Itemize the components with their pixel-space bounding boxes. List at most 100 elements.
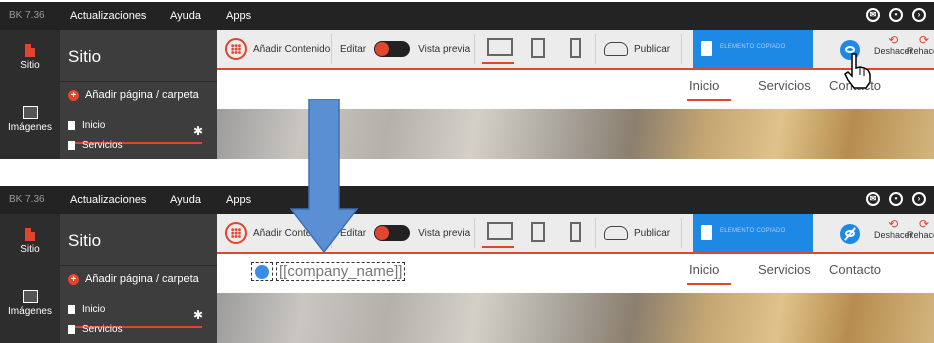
- add-page-label: Añadir página / carpeta: [85, 89, 199, 101]
- sidebar-item-inicio[interactable]: Inicio: [68, 304, 105, 315]
- company-name-text[interactable]: [[company_name]]: [276, 262, 406, 281]
- nav-active-underline: [687, 99, 731, 101]
- copied-label: ELEMENTO COPIADO: [720, 228, 786, 234]
- hero-image: [217, 293, 934, 343]
- add-page-label: Añadir página / carpeta: [85, 273, 199, 285]
- logout-icon[interactable]: ›: [912, 192, 926, 206]
- copied-element-box[interactable]: ELEMENTO COPIADO: [693, 214, 813, 252]
- rail-images-label: Imágenes: [8, 306, 52, 317]
- menu-help[interactable]: Ayuda: [170, 10, 201, 22]
- page-icon: [68, 305, 75, 314]
- copied-element-box[interactable]: ELEMENTO COPIADO: [693, 30, 813, 68]
- menu-updates[interactable]: Actualizaciones: [70, 194, 146, 206]
- edit-label: Editar: [340, 43, 367, 55]
- nav-link-servicios[interactable]: Servicios: [758, 78, 811, 93]
- eye-off-icon: [255, 265, 269, 280]
- version-label: BK 7.36: [9, 10, 45, 21]
- left-rail: Sitio Imágenes: [0, 214, 60, 343]
- divider: [681, 218, 682, 248]
- editor-screenshot-after: BK 7.36 Actualizaciones Ayuda Apps ✉ • ›…: [0, 186, 934, 343]
- nav-active-underline: [687, 283, 731, 285]
- divider: [595, 218, 596, 248]
- hidden-element-marker[interactable]: [251, 262, 273, 281]
- cloud-icon: [604, 226, 628, 240]
- plus-icon: +: [68, 89, 79, 101]
- nav-link-contacto[interactable]: Contacto: [829, 262, 881, 277]
- site-sidebar: Sitio + Añadir página / carpeta Inicio ✱…: [60, 30, 217, 159]
- divider: [60, 265, 217, 266]
- logout-icon[interactable]: ›: [912, 8, 926, 22]
- redo-button[interactable]: ⟳ Rehacer: [907, 218, 934, 240]
- nav-link-inicio[interactable]: Inicio: [689, 78, 719, 93]
- clipboard-icon: [701, 41, 712, 56]
- message-icon[interactable]: ✉: [866, 8, 880, 22]
- message-icon[interactable]: ✉: [866, 192, 880, 206]
- publish-button[interactable]: Publicar: [604, 30, 670, 68]
- sidebar-title: Sitio: [68, 231, 102, 250]
- add-page-button[interactable]: + Añadir página / carpeta: [68, 89, 199, 101]
- rail-images-label: Imágenes: [8, 122, 52, 133]
- rail-item-images[interactable]: Imágenes: [0, 106, 60, 133]
- down-arrow-icon: [289, 99, 359, 254]
- menu-apps[interactable]: Apps: [226, 194, 251, 206]
- add-content-button[interactable]: Añadir Contenido: [225, 30, 330, 68]
- redo-label: Rehacer: [907, 230, 934, 240]
- copied-label: ELEMENTO COPIADO: [720, 44, 786, 50]
- logo-placeholder[interactable]: [[company_name]]: [251, 262, 406, 281]
- sidebar-item-servicios[interactable]: Servicios: [68, 140, 123, 151]
- sidebar-item-servicios[interactable]: Servicios: [68, 324, 123, 335]
- monitor-icon[interactable]: [482, 222, 514, 248]
- divider: [681, 34, 682, 64]
- edit-preview-toggle[interactable]: Editar Vista previa: [340, 30, 470, 68]
- eye-off-icon[interactable]: [840, 224, 860, 244]
- mode-toggle[interactable]: [374, 225, 411, 241]
- phone-icon[interactable]: [570, 38, 581, 58]
- page-icon: [68, 121, 75, 130]
- redo-icon: ⟳: [918, 217, 930, 231]
- rail-item-site[interactable]: Sitio: [0, 44, 60, 71]
- sidebar-title: Sitio: [68, 47, 102, 66]
- redo-icon: ⟳: [918, 33, 930, 47]
- mode-toggle[interactable]: [374, 41, 411, 57]
- user-icon[interactable]: •: [889, 8, 903, 22]
- publish-button[interactable]: Publicar: [604, 214, 670, 252]
- sidebar-item-inicio[interactable]: Inicio: [68, 120, 105, 131]
- grid-icon: [225, 222, 247, 244]
- top-menu-bar: BK 7.36 Actualizaciones Ayuda Apps ✉ • ›: [0, 186, 934, 214]
- nav-link-servicios[interactable]: Servicios: [758, 262, 811, 277]
- gear-icon[interactable]: ✱: [193, 124, 203, 138]
- rail-site-label: Sitio: [20, 60, 40, 71]
- menu-apps[interactable]: Apps: [226, 10, 251, 22]
- monitor-icon[interactable]: [482, 38, 514, 64]
- publish-label: Publicar: [634, 227, 671, 239]
- cloud-icon: [604, 42, 628, 56]
- grid-icon: [225, 38, 247, 60]
- version-label: BK 7.36: [9, 194, 45, 205]
- site-preview: [[company_name]] Inicio Servicios Contac…: [217, 254, 934, 343]
- image-icon: [22, 290, 38, 303]
- rail-item-site[interactable]: Sitio: [0, 228, 60, 255]
- sidebar-item-label: Servicios: [82, 140, 123, 151]
- menu-help[interactable]: Ayuda: [170, 194, 201, 206]
- page-icon: [68, 325, 75, 334]
- gear-icon[interactable]: ✱: [193, 308, 203, 322]
- menu-updates[interactable]: Actualizaciones: [70, 10, 146, 22]
- rail-site-label: Sitio: [20, 244, 40, 255]
- edit-preview-toggle[interactable]: Editar Vista previa: [340, 214, 470, 252]
- nav-link-inicio[interactable]: Inicio: [689, 262, 719, 277]
- tablet-icon[interactable]: [531, 222, 545, 242]
- page-icon: [25, 228, 35, 241]
- image-icon: [22, 106, 38, 119]
- rail-item-images[interactable]: Imágenes: [0, 290, 60, 317]
- user-icon[interactable]: •: [889, 192, 903, 206]
- tablet-icon[interactable]: [531, 38, 545, 58]
- redo-label: Rehacer: [907, 46, 934, 56]
- preview-label: Vista previa: [418, 227, 471, 239]
- add-page-button[interactable]: + Añadir página / carpeta: [68, 273, 199, 285]
- plus-icon: +: [68, 273, 79, 285]
- sidebar-item-label: Inicio: [82, 304, 106, 315]
- redo-button[interactable]: ⟳ Rehacer: [907, 34, 934, 56]
- page-icon: [25, 44, 35, 57]
- phone-icon[interactable]: [570, 222, 581, 242]
- editor-toolbar: Añadir Contenido Editar Vista previa Pub…: [217, 30, 934, 70]
